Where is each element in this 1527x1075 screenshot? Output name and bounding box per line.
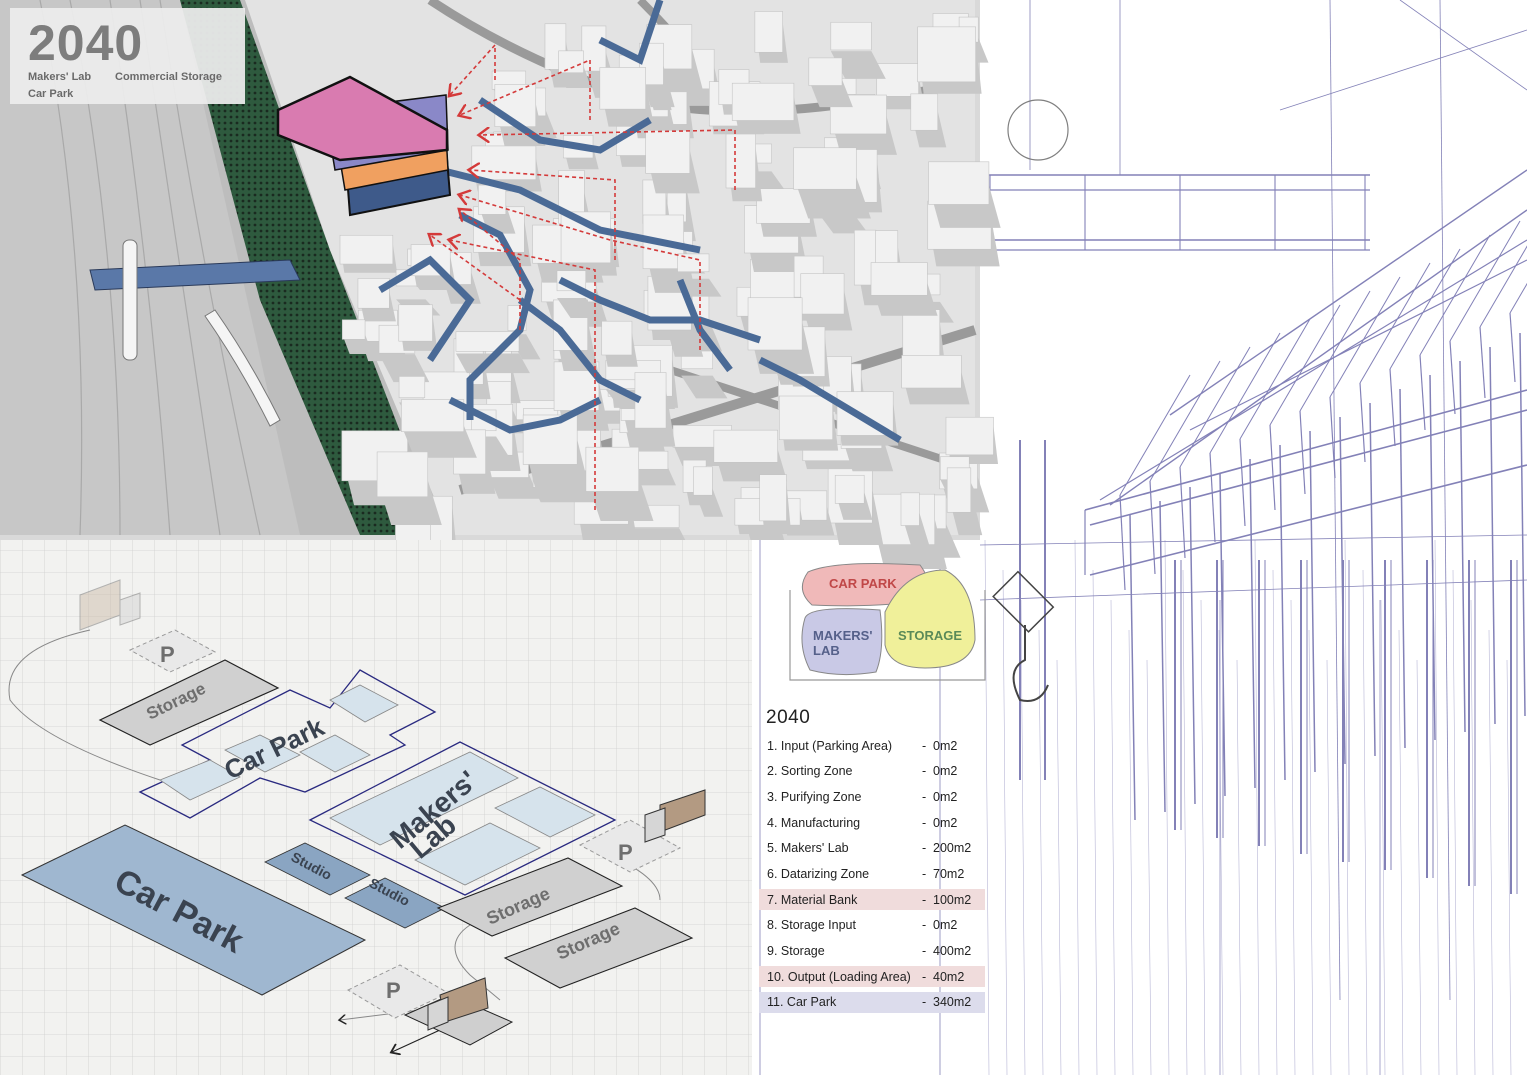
building-block [917, 26, 982, 94]
program-row-dash: - [922, 969, 927, 984]
program-row: 6. Datarizing Zone -70m2 [759, 863, 985, 884]
program-row-name: 3. Purifying Zone [767, 789, 862, 804]
program-row-name: 4. Manufacturing [767, 815, 861, 830]
bubble-car-park: CAR PARK [829, 576, 897, 591]
program-row-dash: - [922, 764, 927, 779]
program-row-area: 40m2 [933, 969, 965, 984]
program-row: 1. Input (Parking Area) -0m2 [759, 735, 985, 756]
program-row: 2. Sorting Zone -0m2 [759, 761, 985, 782]
year-legend-box: 2040 Makers' Lab Commercial Storage Car … [10, 8, 245, 104]
program-row: 4. Manufacturing -0m2 [759, 812, 985, 833]
program-row-name: 7. Material Bank [767, 892, 858, 907]
program-row-area: 0m2 [933, 738, 958, 753]
bubble-makers-lab-2: LAB [813, 643, 840, 658]
program-row-area: 340m2 [933, 995, 972, 1010]
program-row-area: 400m2 [933, 944, 972, 958]
program-rows: 1. Input (Parking Area) -0m2 2. Sorting Zo… [759, 735, 985, 1013]
program-row-name: 10. Output (Loading Area) [767, 969, 911, 984]
site-plan-year: 2040 [28, 15, 143, 71]
building-block [759, 474, 791, 530]
program-row: 8. Storage Input -0m2 [759, 915, 985, 936]
building-block [731, 82, 801, 134]
legend-commercial-storage: Commercial Storage [115, 71, 222, 83]
program-area-table: 2040 1. Input (Parking Area) -0m2 2. Sorti… [759, 707, 985, 1018]
iso-program-diagram: Storage Car Park Makers' Lab Car Park St… [0, 540, 752, 1075]
program-row-dash: - [922, 738, 927, 753]
program-row-name: 9. Storage [767, 944, 825, 958]
parking-glyph-1: P [160, 642, 175, 667]
program-row-area: 0m2 [933, 789, 958, 804]
program-row: 3. Purifying Zone -0m2 [759, 786, 985, 807]
program-row-dash: - [922, 866, 927, 881]
program-row-name: 6. Datarizing Zone [767, 866, 870, 881]
building-block [901, 355, 970, 405]
program-row-dash: - [922, 944, 927, 958]
program-row-area: 0m2 [933, 764, 958, 779]
site-plan: 2040 Makers' Lab Commercial Storage Car … [0, 0, 1001, 578]
program-row-dash: - [922, 995, 927, 1010]
program-row-name: 8. Storage Input [767, 918, 856, 933]
parking-glyph-3: P [386, 978, 401, 1003]
bubble-makers-lab-1: MAKERS' [813, 628, 872, 643]
program-row-area: 200m2 [933, 841, 972, 856]
building-block [398, 304, 438, 351]
building-block [870, 262, 938, 316]
building-block [339, 234, 398, 273]
building-block [713, 429, 788, 482]
program-row-name: 2. Sorting Zone [767, 764, 853, 779]
program-row-area: 0m2 [933, 918, 958, 933]
program-row-name: 11. Car Park [767, 995, 837, 1010]
program-row-area: 70m2 [933, 866, 965, 881]
building-block [779, 395, 839, 451]
program-row-name: 1. Input (Parking Area) [767, 738, 893, 753]
program-row: 7. Material Bank -100m2 [759, 889, 985, 911]
program-row-dash: - [922, 918, 927, 933]
program-row-area: 100m2 [933, 892, 972, 907]
program-row: 11. Car Park -340m2 [759, 991, 985, 1013]
program-row: 10. Output (Loading Area) -40m2 [759, 966, 985, 988]
program-row: 9. Storage -400m2 [759, 941, 985, 962]
program-row-dash: - [922, 815, 927, 830]
program-row-area: 0m2 [933, 815, 958, 830]
program-table-title: 2040 [766, 707, 811, 728]
legend-car-park: Car Park [28, 88, 74, 100]
program-row-dash: - [922, 892, 927, 907]
program-row-dash: - [922, 789, 927, 804]
parking-glyph-2: P [618, 840, 633, 865]
program-row-dash: - [922, 841, 927, 856]
legend-makers-lab: Makers' Lab [28, 71, 91, 83]
program-row: 5. Makers' Lab -200m2 [759, 838, 985, 859]
bubble-storage: STORAGE [898, 628, 962, 643]
program-row-name: 5. Makers' Lab [767, 841, 849, 856]
